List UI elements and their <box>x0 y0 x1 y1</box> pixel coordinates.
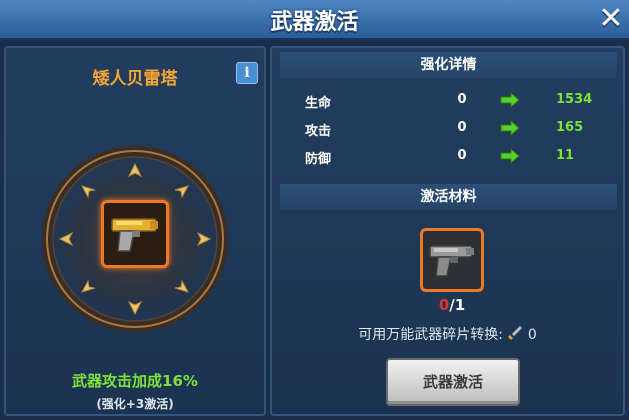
material-slot[interactable] <box>420 228 484 292</box>
convert-line: 可用万能武器碎片转换: 0 <box>272 324 623 344</box>
bonus-subtext: (强化+3激活) <box>96 397 174 411</box>
weapon-panel: 矮人贝雷塔 i 武器攻击加成16% (强化+3激活) <box>4 46 266 416</box>
stat-before: 0 <box>457 120 467 135</box>
stat-row-hp: 生命 0 1534 <box>272 90 623 112</box>
close-icon[interactable]: ✕ <box>596 4 626 34</box>
stat-label: 攻击 <box>305 124 332 139</box>
activate-button[interactable]: 武器激活 <box>386 358 520 406</box>
stat-label: 生命 <box>305 96 332 111</box>
convert-text: 可用万能武器碎片转换: <box>358 327 503 343</box>
convert-count: 0 <box>527 327 537 343</box>
material-have: 0 <box>438 296 450 314</box>
arrow-right-icon <box>500 148 520 164</box>
stat-before: 0 <box>457 92 467 107</box>
window-title: 武器激活 <box>270 10 359 35</box>
material-title: 激活材料 <box>280 184 617 210</box>
stat-after: 11 <box>556 148 575 163</box>
detail-title: 强化详情 <box>280 52 617 78</box>
details-panel: 强化详情 生命 0 1534 攻击 0 165 防御 0 11 激活材料 0/1… <box>270 46 625 416</box>
stat-after: 1534 <box>556 92 593 107</box>
pistol-icon <box>429 245 474 277</box>
material-need: /1 <box>449 296 466 314</box>
material-count: 0/1 <box>432 296 472 314</box>
hero-name: 矮人贝雷塔 <box>92 69 178 89</box>
stat-label: 防御 <box>305 152 332 167</box>
arrow-right-icon <box>500 120 520 136</box>
stat-row-attack: 攻击 0 165 <box>272 118 623 140</box>
stat-before: 0 <box>457 148 467 163</box>
title-bar: 武器激活 ✕ <box>0 0 629 40</box>
stat-after: 165 <box>556 120 584 135</box>
pistol-icon <box>111 218 158 252</box>
arrow-right-icon <box>500 92 520 108</box>
stat-row-defense: 防御 0 11 <box>272 146 623 168</box>
weapon-slot[interactable] <box>101 200 169 268</box>
info-button[interactable]: i <box>236 62 258 84</box>
sword-fragment-icon <box>508 325 523 340</box>
bonus-text: 武器攻击加成16% <box>72 372 198 390</box>
